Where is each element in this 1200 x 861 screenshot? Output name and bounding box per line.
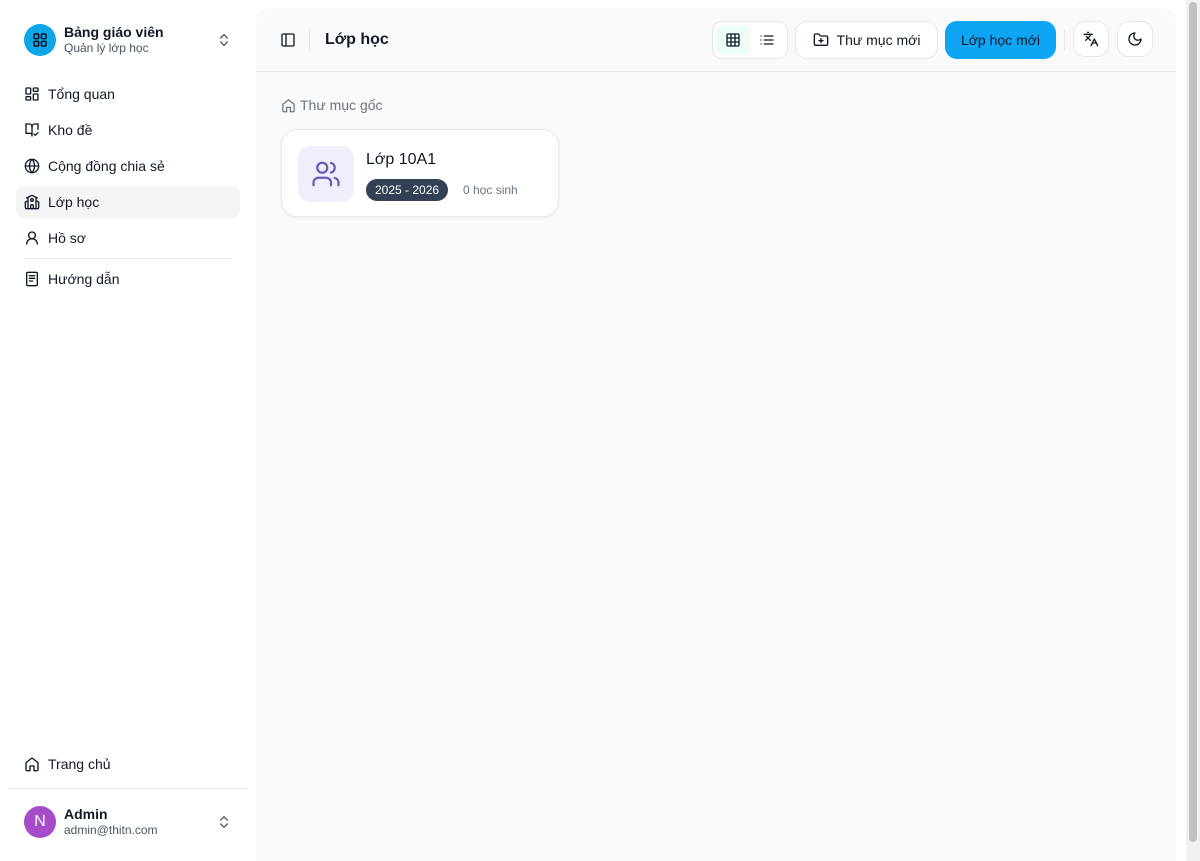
scrollbar-thumb[interactable] [1189, 2, 1197, 842]
scrollbar[interactable] [1186, 0, 1200, 861]
workspace-title: Bảng giáo viên [64, 24, 164, 40]
sidebar-item-label: Hồ sơ [48, 230, 86, 246]
nav-divider [24, 258, 232, 259]
sidebar-item-label: Kho đề [48, 122, 93, 138]
sidebar-item-label: Hướng dẫn [48, 271, 120, 287]
grid-icon [726, 33, 740, 47]
languages-icon [1083, 31, 1099, 47]
sidebar-item-label: Tổng quan [48, 86, 115, 102]
home-label: Trang chủ [48, 756, 111, 772]
new-folder-button[interactable]: Thư mục mới [795, 21, 938, 59]
workspace-subtitle: Quản lý lớp học [64, 41, 149, 55]
home-icon [282, 98, 295, 112]
globe-icon [24, 158, 40, 174]
folder-plus-icon [813, 33, 828, 46]
sidebar-item-label: Lớp học [48, 194, 100, 210]
breadcrumb-root: Thư mục gốc [300, 97, 383, 113]
sidebar-item-question-bank[interactable]: Kho đề [16, 114, 240, 146]
view-mode-toggle [712, 21, 788, 59]
user-menu[interactable]: N Admin admin@thitn.com [16, 800, 240, 844]
new-class-button[interactable]: Lớp học mới [945, 21, 1056, 59]
student-count: 0 học sinh [463, 183, 518, 197]
sidebar-item-classes[interactable]: Lớp học [16, 186, 240, 218]
grid-view-button[interactable] [716, 25, 750, 55]
class-card[interactable]: Lớp 10A1 2025 - 2026 0 học sinh [281, 129, 559, 217]
new-folder-label: Thư mục mới [836, 32, 921, 48]
users-icon [298, 146, 354, 202]
panel-left-icon [281, 33, 295, 47]
notebook-icon [26, 271, 38, 287]
user-email: admin@thitn.com [64, 823, 158, 837]
workspace-switcher[interactable]: Bảng giáo viên Quản lý lớp học [16, 18, 240, 62]
layout-dashboard-icon [25, 87, 39, 101]
class-name: Lớp 10A1 [366, 151, 437, 168]
page-title: Lớp học [325, 31, 389, 48]
school-icon [24, 194, 40, 210]
layout-grid-icon [24, 24, 56, 56]
theme-toggle-button[interactable] [1117, 21, 1153, 57]
sidebar-item-guide[interactable]: Hướng dẫn [16, 263, 240, 295]
sidebar-nav: Tổng quan Kho đề Cộng đồng chia sẻ Lớp h… [16, 78, 240, 299]
book-open-check-icon [25, 123, 39, 137]
sidebar-toggle-button[interactable] [276, 28, 300, 52]
list-icon [760, 35, 774, 45]
divider [309, 30, 310, 50]
sidebar: Bảng giáo viên Quản lý lớp học Tổng quan… [0, 0, 248, 861]
school-year-badge: 2025 - 2026 [366, 179, 449, 201]
chevrons-up-down-icon [220, 816, 228, 828]
sidebar-item-label: Cộng đồng chia sẻ [48, 158, 165, 174]
moon-icon [1128, 32, 1142, 46]
footer-divider [8, 788, 248, 789]
breadcrumb[interactable]: Thư mục gốc [281, 97, 383, 113]
top-bar: Lớp học Thư mục mới Lớp học mới [256, 8, 1176, 72]
home-link[interactable]: Trang chủ [16, 748, 240, 780]
home-icon [25, 757, 39, 772]
user-name: Admin [64, 806, 108, 822]
sidebar-item-profile[interactable]: Hồ sơ [16, 222, 240, 254]
main-content: Lớp học Thư mục mới Lớp học mới Thư mục … [256, 8, 1176, 861]
language-button[interactable] [1073, 21, 1109, 57]
list-view-button[interactable] [750, 25, 784, 55]
user-icon [26, 231, 38, 245]
sidebar-item-community[interactable]: Cộng đồng chia sẻ [16, 150, 240, 182]
sidebar-item-overview[interactable]: Tổng quan [16, 78, 240, 110]
divider [1064, 30, 1065, 50]
avatar: N [24, 806, 56, 838]
chevrons-up-down-icon [220, 34, 228, 46]
